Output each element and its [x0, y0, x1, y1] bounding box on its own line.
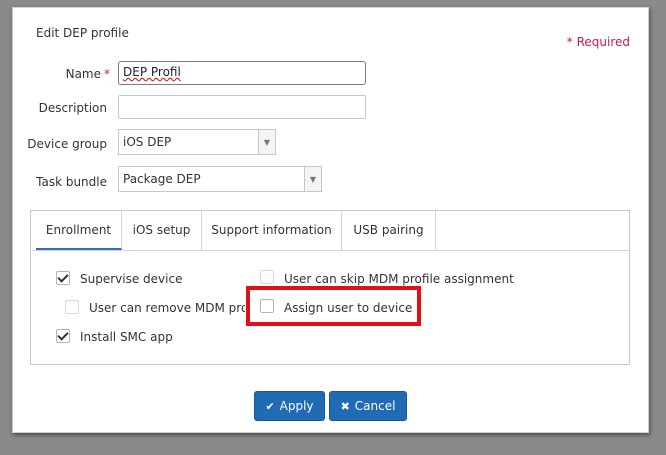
task-bundle-select[interactable]: Package DEP ▼: [118, 166, 322, 192]
name-input[interactable]: DEP Profil: [118, 61, 366, 85]
description-label: Description: [38, 101, 107, 115]
tab-usb-pairing[interactable]: USB pairing: [342, 211, 436, 250]
caret-down-icon: ▼: [304, 167, 321, 191]
apply-button[interactable]: ✔ Apply: [254, 391, 325, 421]
task-bundle-label: Task bundle: [36, 175, 107, 189]
user-skip-mdm-checkbox[interactable]: [260, 270, 274, 284]
install-smc-checkbox[interactable]: [56, 329, 70, 343]
tab-ios-setup[interactable]: iOS setup: [122, 211, 202, 250]
device-group-label: Device group: [27, 137, 107, 151]
supervise-device-checkbox[interactable]: [56, 271, 70, 285]
tab-bar: Enrollment iOS setup Support information…: [31, 211, 629, 251]
dialog-title: Edit DEP profile: [36, 26, 129, 40]
user-remove-mdm-checkbox[interactable]: [65, 300, 79, 314]
tab-support-information[interactable]: Support information: [202, 211, 342, 250]
check-icon: ✔: [265, 399, 275, 413]
x-icon: ✖: [340, 399, 350, 413]
device-group-value: iOS DEP: [123, 135, 172, 149]
cancel-button[interactable]: ✖ Cancel: [329, 391, 407, 421]
user-skip-mdm-label: User can skip MDM profile assignment: [284, 272, 514, 286]
device-group-select[interactable]: iOS DEP ▼: [118, 129, 276, 155]
caret-down-icon: ▼: [258, 130, 275, 154]
supervise-device-label: Supervise device: [80, 272, 183, 286]
name-input-value: DEP Profil: [123, 65, 181, 79]
tab-enrollment[interactable]: Enrollment: [36, 211, 122, 250]
install-smc-label: Install SMC app: [80, 330, 173, 344]
name-label: Name *: [10, 67, 110, 81]
cancel-button-label: Cancel: [354, 399, 396, 413]
description-input[interactable]: [118, 95, 366, 119]
apply-button-label: Apply: [279, 399, 314, 413]
edit-dep-profile-dialog: Edit DEP profile * Required Name * DEP Pr…: [12, 7, 649, 433]
task-bundle-value: Package DEP: [123, 172, 201, 186]
user-remove-mdm-label: User can remove MDM profile: [89, 301, 245, 315]
required-note: * Required: [566, 35, 630, 49]
required-star: *: [104, 67, 110, 81]
name-label-text: Name: [65, 67, 101, 81]
highlight-box: [246, 286, 421, 326]
